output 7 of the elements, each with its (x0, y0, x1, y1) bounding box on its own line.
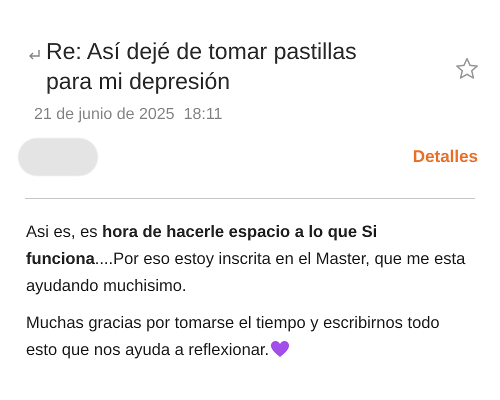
email-date: 21 de junio de 2025 (34, 106, 175, 124)
message-paragraph: Muchas gracias por tomarse el tiempo y escribirnos todo esto que nos ayuda a reflexionar. (26, 313, 441, 361)
email-subject: Re: Así dejé de tomar pastillas para mi depresión (46, 37, 358, 96)
heart-icon (270, 340, 290, 358)
email-time: 18:11 (184, 106, 222, 124)
message-paragraph: Asi es, es hora de hacerle espacio a lo que Si funciona....Por eso estoy inscrita en el Master, que me esta ayudando muchisimo. (26, 222, 466, 297)
details-link[interactable]: Detalles (412, 147, 478, 167)
